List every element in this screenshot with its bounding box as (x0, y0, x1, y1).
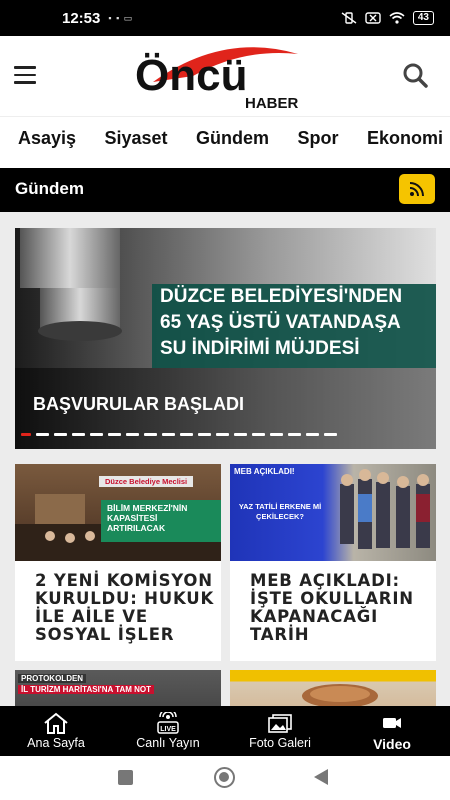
rss-button[interactable] (399, 174, 435, 204)
slider-dot[interactable] (162, 433, 175, 436)
status-time: 12:53 (62, 9, 101, 27)
slider-pagination[interactable] (21, 433, 337, 436)
slider-dot[interactable] (234, 433, 247, 436)
news-title[interactable]: MEB AÇIKLADI: İŞTE OKULLARIN KAPANACAĞI … (250, 572, 430, 644)
slide-banner: DÜZCE BELEDİYESİ'NDEN 65 YAŞ ÜSTÜ VATAND… (152, 284, 436, 368)
status-bar: 12:53 ▪ ▪ ▭ 43 (0, 0, 450, 36)
nav-video[interactable]: Video (336, 706, 448, 756)
slide-caption: BAŞVURULAR BAŞLADI (33, 394, 244, 414)
wifi-icon (389, 12, 405, 24)
hamburger-menu-icon[interactable] (14, 66, 36, 84)
svg-text:LIVE: LIVE (160, 726, 176, 733)
news-title[interactable]: 2 YENİ KOMİSYON KURULDU: HUKUK İLE AİLE … (35, 572, 215, 644)
battery-level: 43 (412, 11, 434, 25)
banner-line-2: 65 YAŞ ÜSTÜ VATANDAŞA (160, 312, 401, 333)
slider-dot[interactable] (216, 433, 229, 436)
news-thumbnail: PROTOKOLDEN İL TURİZM HARİTASI'NA TAM NO… (15, 670, 221, 706)
nav-home[interactable]: Ana Sayfa (0, 706, 112, 756)
slider-dot[interactable] (270, 433, 283, 436)
home-button-icon[interactable] (214, 767, 235, 788)
slider-dot[interactable] (72, 433, 85, 436)
video-icon (383, 718, 401, 728)
back-icon[interactable] (314, 769, 328, 785)
thumbnail-label: Düzce Belediye Meclisi (99, 476, 194, 487)
tab-siyaset[interactable]: Siyaset (105, 117, 168, 159)
thumbnail-tag: PROTOKOLDEN (18, 674, 87, 683)
status-right-icons: 43 (341, 11, 434, 25)
nav-home-label: Ana Sayfa (27, 736, 85, 750)
slider-dot[interactable] (144, 433, 157, 436)
slider-dot[interactable] (36, 433, 49, 436)
nav-live-label: Canlı Yayın (136, 736, 200, 750)
system-navigation-bar (0, 756, 450, 800)
gallery-icon (268, 714, 292, 733)
slider-dot[interactable] (306, 433, 319, 436)
svg-text:HABER: HABER (245, 95, 299, 110)
slider-dot[interactable] (21, 433, 31, 436)
news-thumbnail (230, 670, 436, 706)
section-header: Gündem (0, 168, 450, 212)
section-title: Gündem (15, 179, 84, 198)
news-card[interactable] (230, 670, 436, 706)
tab-gundem[interactable]: Gündem (196, 117, 269, 159)
slider-dot[interactable] (90, 433, 103, 436)
headline-slider[interactable]: DÜZCE BELEDİYESİ'NDEN 65 YAŞ ÜSTÜ VATAND… (15, 228, 436, 449)
banner-line-3: SU İNDİRİMİ MÜJDESİ (160, 338, 360, 359)
signal-off-icon (365, 12, 381, 24)
nav-video-label: Video (373, 736, 411, 752)
news-card[interactable]: PROTOKOLDEN İL TURİZM HARİTASI'NA TAM NO… (15, 670, 221, 706)
news-thumbnail: MEB AÇIKLADI! YAZ TATİLİ ERKENE Mİ ÇEKİL… (230, 464, 436, 561)
thumbnail-text: YAZ TATİLİ ERKENE Mİ ÇEKİLECEK? (238, 502, 322, 521)
thumbnail-text: İL TURİZM HARİTASI'NA TAM NOT (18, 685, 155, 694)
slider-dot[interactable] (180, 433, 193, 436)
news-feed[interactable]: DÜZCE BELEDİYESİ'NDEN 65 YAŞ ÜSTÜ VATAND… (0, 212, 450, 706)
home-icon (44, 712, 68, 734)
nav-gallery[interactable]: Foto Galeri (224, 706, 336, 756)
live-icon: LIVE (157, 712, 179, 734)
news-card[interactable]: MEB AÇIKLADI! YAZ TATİLİ ERKENE Mİ ÇEKİL… (230, 464, 436, 661)
tab-asayis[interactable]: Asayiş (18, 117, 76, 159)
slider-dot[interactable] (198, 433, 211, 436)
nav-gallery-label: Foto Galeri (249, 736, 311, 750)
vibrate-off-icon (341, 12, 357, 24)
nav-live[interactable]: LIVE Canlı Yayın (112, 706, 224, 756)
banner-line-1: DÜZCE BELEDİYESİ'NDEN (160, 286, 403, 307)
slider-dot[interactable] (54, 433, 67, 436)
search-icon[interactable] (402, 62, 428, 88)
thumbnail-tag: MEB AÇIKLADI! (234, 467, 295, 476)
news-thumbnail: Düzce Belediye Meclisi BİLİM MERKEZİ'NİN… (15, 464, 221, 561)
category-tabs: Asayiş Siyaset Gündem Spor Ekonomi (0, 116, 450, 168)
tab-spor[interactable]: Spor (297, 117, 338, 159)
news-card[interactable]: Düzce Belediye Meclisi BİLİM MERKEZİ'NİN… (15, 464, 221, 661)
oncu-haber-logo[interactable]: Öncü HABER (133, 42, 303, 110)
slider-dot[interactable] (126, 433, 139, 436)
app-header: Öncü HABER (0, 36, 450, 116)
svg-text:Öncü: Öncü (135, 51, 247, 100)
bottom-navigation: Ana Sayfa LIVE Canlı Yayın Foto Galeri V… (0, 706, 450, 756)
slider-dot[interactable] (252, 433, 265, 436)
status-notification-icons: ▪ ▪ ▭ (108, 12, 134, 23)
recent-apps-icon[interactable] (118, 770, 133, 785)
slider-dot[interactable] (288, 433, 301, 436)
thumbnail-text: BİLİM MERKEZİ'NİN KAPASİTESİ ARTIRILACAK (101, 500, 221, 542)
rss-icon (409, 182, 424, 197)
tab-ekonomi[interactable]: Ekonomi (367, 117, 443, 159)
slider-dot[interactable] (108, 433, 121, 436)
slider-dot[interactable] (324, 433, 337, 436)
